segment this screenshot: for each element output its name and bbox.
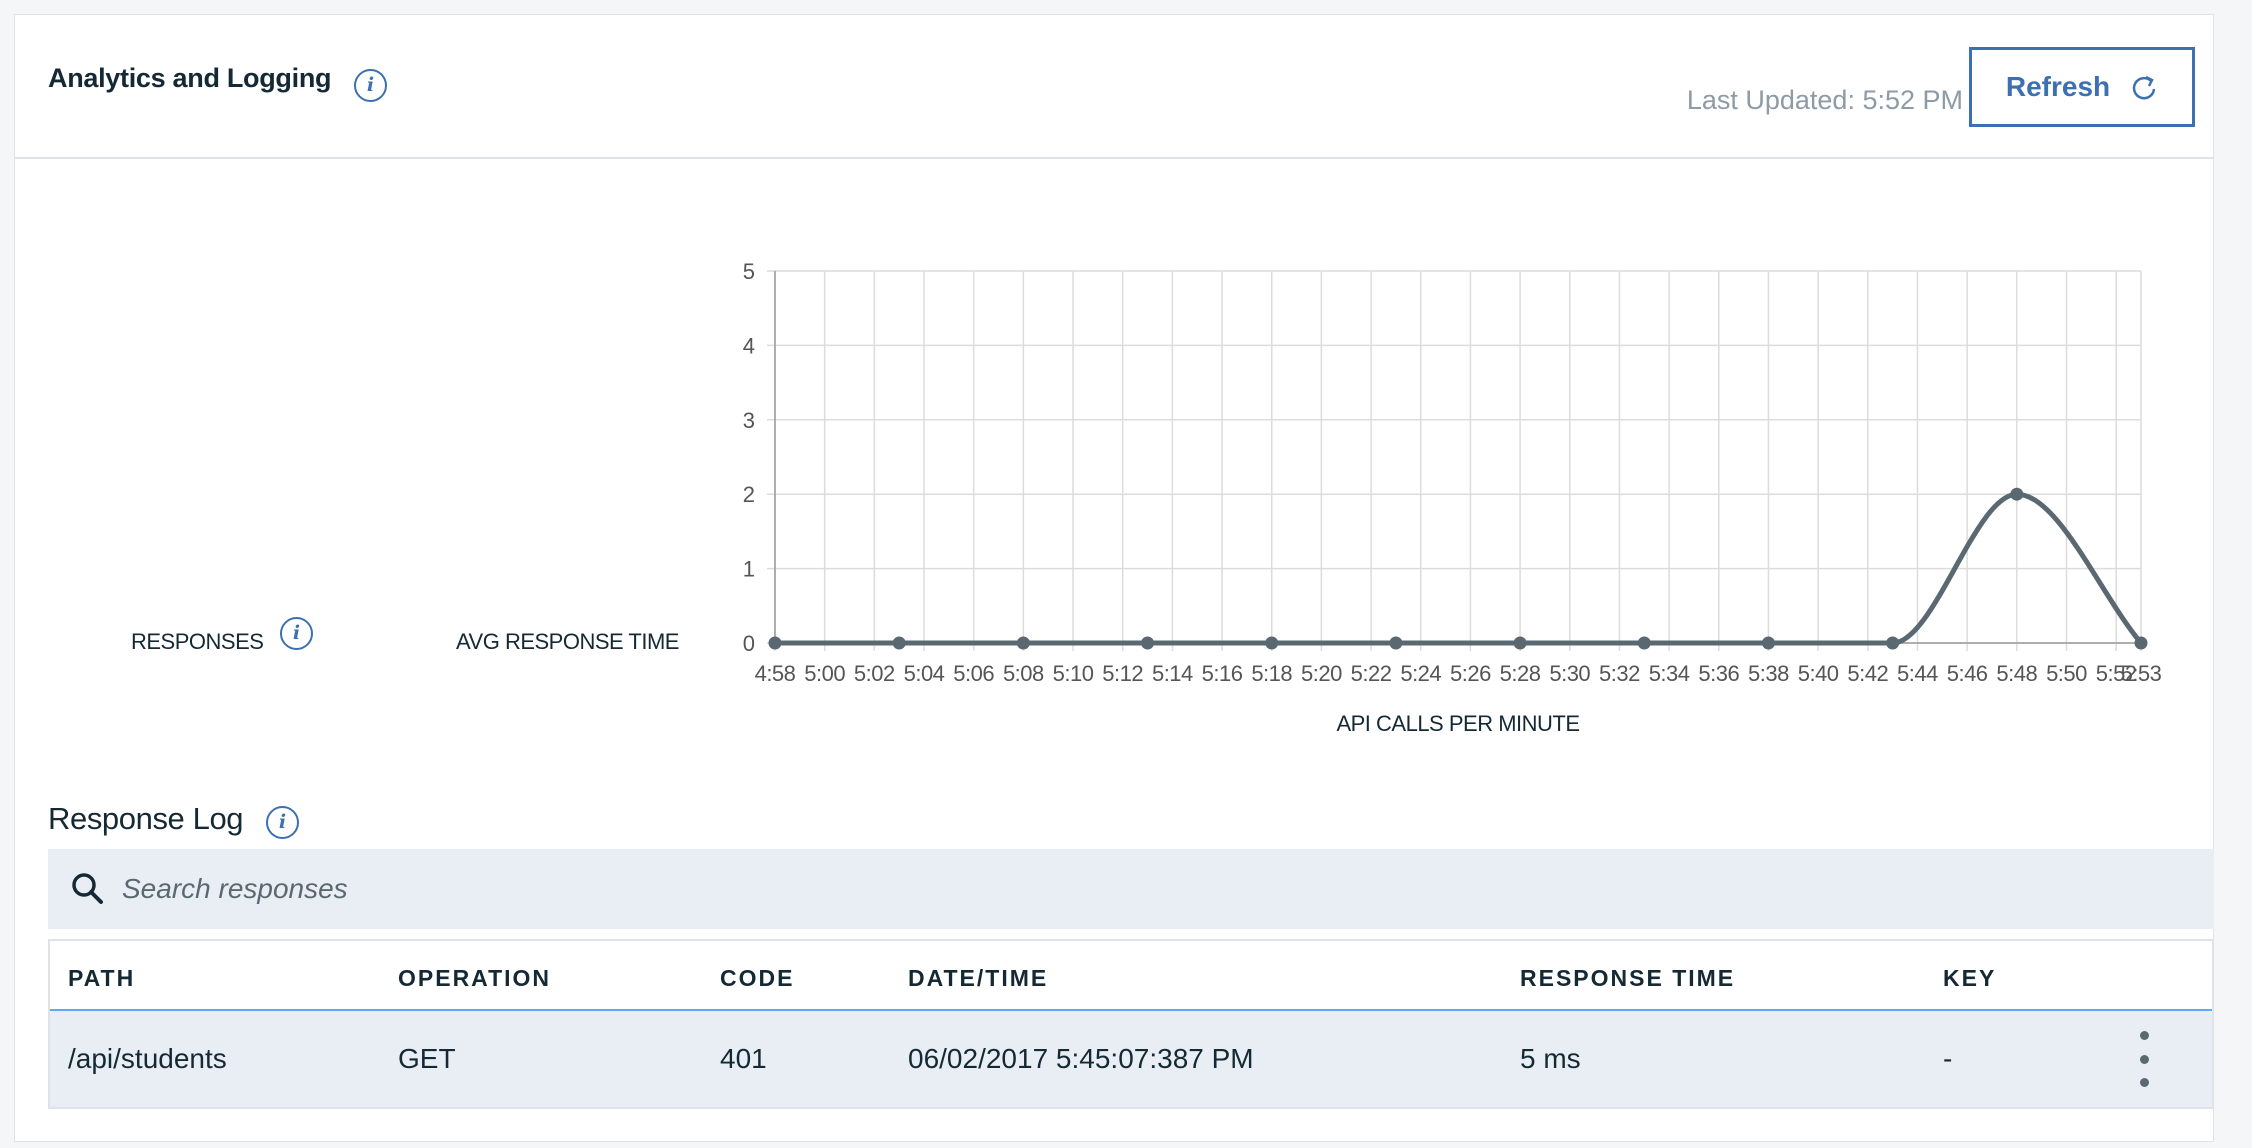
y-tick-label: 2 xyxy=(743,482,755,507)
y-tick-label: 0 xyxy=(743,631,755,656)
x-tick-label: 5:36 xyxy=(1698,661,1739,686)
data-point xyxy=(2010,487,2024,501)
x-tick-label: 5:22 xyxy=(1351,661,1392,686)
search-icon xyxy=(72,873,103,904)
x-tick-label: 5:53 xyxy=(2121,661,2162,686)
x-tick-label: 5:24 xyxy=(1400,661,1441,686)
data-point xyxy=(2134,636,2148,650)
y-tick-label: 4 xyxy=(743,333,755,358)
column-header-path[interactable]: PATH xyxy=(68,965,135,992)
table-header: PATH OPERATION CODE DATE/TIME RESPONSE T… xyxy=(50,941,2212,1011)
x-tick-label: 5:10 xyxy=(1053,661,1094,686)
x-tick-label: 5:00 xyxy=(804,661,845,686)
x-tick-label: 5:08 xyxy=(1003,661,1044,686)
data-point xyxy=(1886,636,1900,650)
x-tick-label: 5:40 xyxy=(1798,661,1839,686)
cell-path: /api/students xyxy=(68,1043,227,1074)
data-point xyxy=(1141,636,1155,650)
data-point xyxy=(1265,636,1279,650)
x-tick-label: 5:04 xyxy=(904,661,945,686)
data-point xyxy=(1389,636,1403,650)
x-tick-label: 5:26 xyxy=(1450,661,1491,686)
cell-response-time: 5 ms xyxy=(1520,1043,1581,1074)
cell-key: - xyxy=(1943,1043,1953,1074)
data-point xyxy=(892,636,906,650)
x-tick-label: 5:12 xyxy=(1102,661,1143,686)
x-tick-label: 5:46 xyxy=(1947,661,1988,686)
column-header-datetime[interactable]: DATE/TIME xyxy=(908,965,1048,992)
overflow-menu-icon[interactable] xyxy=(2134,1031,2154,1087)
x-tick-label: 5:18 xyxy=(1251,661,1292,686)
column-header-key[interactable]: KEY xyxy=(1943,965,1996,992)
search-bar xyxy=(48,849,2214,929)
x-tick-label: 5:20 xyxy=(1301,661,1342,686)
x-tick-label: 5:06 xyxy=(953,661,994,686)
data-point xyxy=(1637,636,1651,650)
table-row[interactable]: /api/students GET 401 06/02/2017 5:45:07… xyxy=(50,1011,2212,1107)
x-tick-label: 5:48 xyxy=(1996,661,2037,686)
cell-datetime: 06/02/2017 5:45:07:387 PM xyxy=(908,1043,1254,1074)
response-log-table: PATH OPERATION CODE DATE/TIME RESPONSE T… xyxy=(48,939,2214,1109)
column-header-response-time[interactable]: RESPONSE TIME xyxy=(1520,965,1735,992)
search-input[interactable] xyxy=(120,858,2214,920)
x-tick-label: 5:50 xyxy=(2046,661,2087,686)
x-tick-label: 5:30 xyxy=(1549,661,1590,686)
response-log-title: Response Log xyxy=(48,801,244,836)
analytics-panel: Analytics and Logging i Last Updated: 5:… xyxy=(14,14,2214,1142)
x-tick-label: 5:14 xyxy=(1152,661,1193,686)
x-tick-label: 5:32 xyxy=(1599,661,1640,686)
column-header-code[interactable]: CODE xyxy=(720,965,794,992)
cell-operation: GET xyxy=(398,1043,456,1074)
x-tick-label: 5:44 xyxy=(1897,661,1938,686)
x-tick-label: 4:58 xyxy=(755,661,796,686)
x-tick-label: 5:16 xyxy=(1202,661,1243,686)
cell-code: 401 xyxy=(720,1043,767,1074)
column-header-operation[interactable]: OPERATION xyxy=(398,965,551,992)
y-tick-label: 3 xyxy=(743,408,755,433)
y-tick-label: 1 xyxy=(743,557,755,582)
x-axis-label: API CALLS PER MINUTE xyxy=(1336,711,1579,736)
x-tick-label: 5:38 xyxy=(1748,661,1789,686)
x-tick-label: 5:34 xyxy=(1649,661,1690,686)
response-log-info-icon[interactable]: i xyxy=(266,806,299,839)
api-calls-chart: 0 1 2 3 4 5 4:58 5:00 5:02 5:04 5:06 5:08 5:10 5:12 5:… xyxy=(743,259,2162,736)
data-point xyxy=(1513,636,1527,650)
x-tick-label: 5:28 xyxy=(1500,661,1541,686)
data-point xyxy=(1016,636,1030,650)
data-point xyxy=(1761,636,1775,650)
y-tick-label: 5 xyxy=(743,259,755,284)
x-tick-label: 5:02 xyxy=(854,661,895,686)
data-point xyxy=(768,636,782,650)
x-tick-label: 5:42 xyxy=(1847,661,1888,686)
